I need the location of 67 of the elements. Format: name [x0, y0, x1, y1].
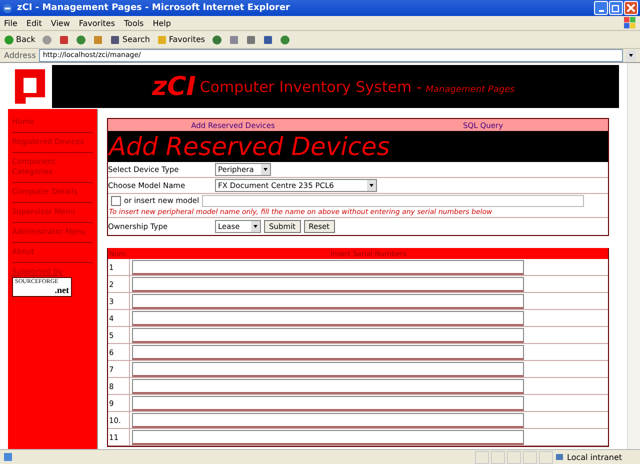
menu-item[interactable]: Edit: [26, 18, 42, 28]
toolbar-button[interactable]: [263, 34, 274, 44]
menu-item[interactable]: File: [4, 18, 18, 28]
browser-icon: [2, 2, 13, 14]
toolbar-icon: [246, 34, 256, 44]
security-zone-label: Local intranet: [567, 452, 624, 462]
serial-input[interactable]: [132, 310, 524, 326]
logo-text: .net: [54, 285, 69, 295]
window-title: zCI - Management Pages - Microsoft Internet Explorer: [17, 3, 291, 13]
status-pane: [491, 450, 505, 464]
toolbar-button[interactable]: [93, 34, 104, 44]
toolbar-icon: [229, 34, 240, 44]
serial-input[interactable]: [132, 344, 524, 360]
menu-item[interactable]: View: [50, 18, 70, 28]
restore-icon: [610, 2, 622, 14]
restore-button[interactable]: [609, 1, 623, 15]
status-pane: [539, 450, 553, 464]
close-icon: [625, 2, 637, 14]
serial-input[interactable]: [132, 276, 524, 292]
toolbar-button[interactable]: [212, 34, 222, 44]
toolbar-icon: [4, 34, 14, 44]
serial-input[interactable]: [132, 260, 524, 274]
serial-input[interactable]: [132, 430, 524, 444]
page-icon: [3, 452, 13, 462]
close-button[interactable]: [624, 1, 638, 15]
toolbar-button[interactable]: Favorites: [156, 34, 206, 44]
windows-logo-icon: [624, 17, 636, 29]
toolbar-button[interactable]: [246, 34, 256, 44]
toolbar-icon: [280, 34, 290, 44]
serial-input[interactable]: [132, 294, 524, 308]
serial-input[interactable]: [132, 378, 524, 394]
checkbox[interactable]: [111, 196, 121, 206]
toolbar-button[interactable]: [76, 34, 86, 44]
toolbar-button[interactable]: [280, 34, 290, 44]
toolbar-button[interactable]: [229, 34, 240, 44]
serial-input[interactable]: [132, 328, 524, 342]
status-pane: [475, 450, 489, 464]
toolbar-button[interactable]: [59, 34, 70, 44]
status-pane: [523, 450, 537, 464]
toolbar-icon: [263, 34, 274, 44]
new-model-input[interactable]: [202, 194, 584, 206]
address-label: Address: [4, 51, 36, 60]
toolbar-button[interactable]: [42, 34, 52, 44]
toolbar-button[interactable]: Search: [110, 34, 150, 44]
network-icon: [555, 452, 565, 462]
site-title: zCI: [152, 72, 196, 102]
status-pane: [507, 450, 521, 464]
toolbar-icon: [76, 34, 86, 44]
toolbar-button[interactable]: Back: [4, 34, 36, 44]
serial-input[interactable]: [132, 362, 524, 376]
toolbar-icon: [42, 34, 52, 44]
page-heading: Add Reserved Devices: [108, 131, 608, 162]
menu-item[interactable]: Favorites: [78, 18, 116, 28]
scrollbar[interactable]: [627, 63, 640, 449]
toolbar-icon: [212, 34, 222, 44]
serial-input[interactable]: [132, 412, 524, 428]
toolbar-icon: [110, 34, 120, 44]
minimize-icon: [598, 10, 604, 12]
menu-item[interactable]: Help: [152, 18, 171, 28]
toolbar-icon: [59, 34, 70, 44]
menu-item[interactable]: Tools: [124, 18, 144, 28]
minimize-button[interactable]: [594, 1, 608, 15]
toolbar-icon: [156, 34, 167, 44]
site-subtitle: Computer Inventory System -: [200, 78, 422, 96]
toolbar-icon: [93, 34, 104, 44]
site-tagline: Management Pages: [426, 84, 515, 94]
serial-input[interactable]: [132, 396, 524, 410]
